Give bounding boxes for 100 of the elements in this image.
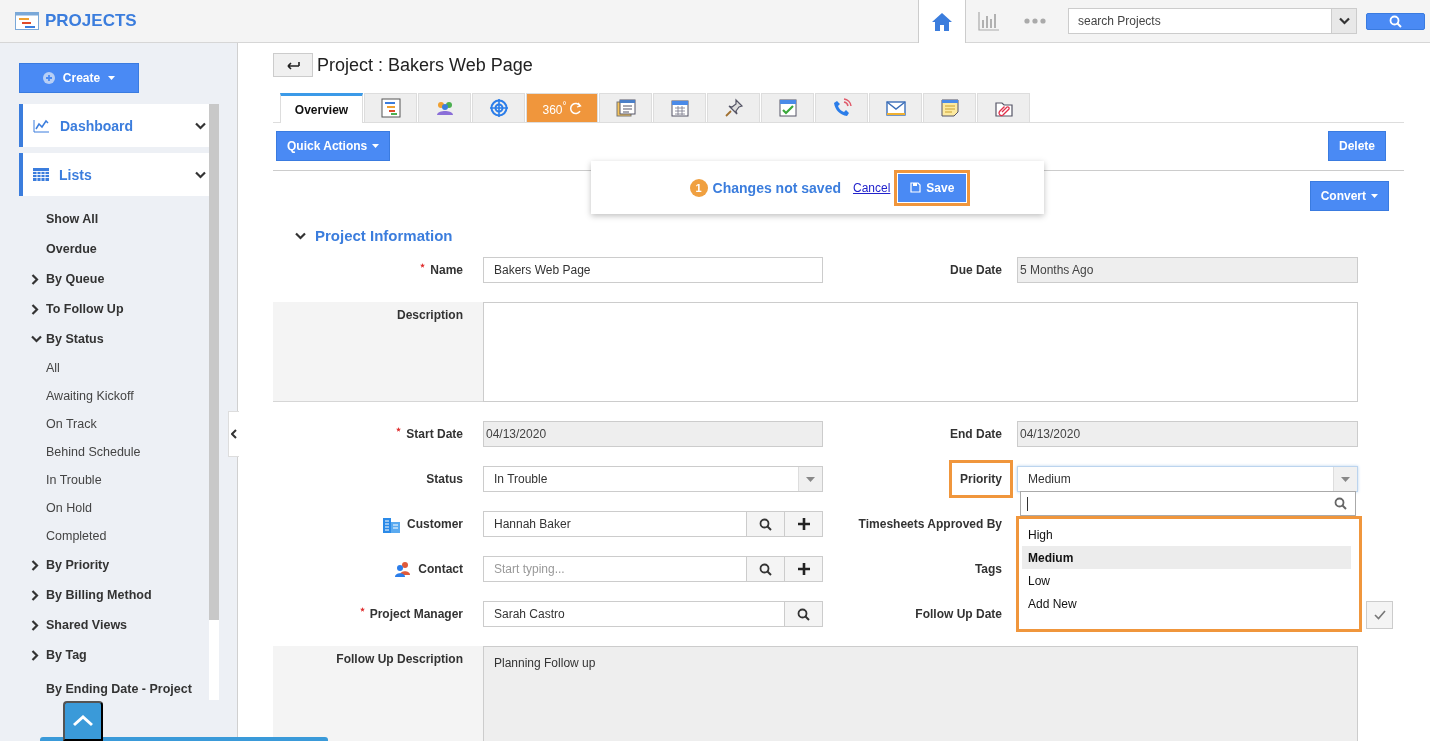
sidebar-item[interactable]: In Trouble bbox=[19, 466, 209, 494]
tab[interactable] bbox=[418, 93, 471, 122]
check-icon bbox=[1373, 610, 1386, 620]
scrollbar[interactable] bbox=[209, 104, 219, 700]
sidebar-section[interactable]: Dashboard bbox=[19, 104, 209, 147]
confirm-button[interactable] bbox=[1366, 601, 1393, 629]
dropdown-option[interactable]: Add New bbox=[1022, 592, 1351, 615]
chevron-up-icon bbox=[72, 715, 94, 727]
dropdown-option[interactable]: Medium bbox=[1022, 546, 1351, 569]
field-label: Due Date bbox=[950, 263, 1002, 277]
chevron-down-icon bbox=[195, 121, 206, 130]
lookup-field[interactable]: Hannah Baker bbox=[483, 511, 823, 537]
home-icon bbox=[931, 11, 953, 32]
field-label: Description bbox=[397, 308, 463, 322]
dropdown-search-field[interactable] bbox=[1020, 491, 1356, 516]
field-label: Name bbox=[430, 263, 463, 277]
unsaved-message: Changes not saved bbox=[712, 179, 841, 196]
search-field[interactable]: search Projects bbox=[1068, 8, 1331, 34]
plus-circle-icon bbox=[42, 72, 55, 84]
sidebar-item[interactable]: Show All bbox=[19, 204, 209, 234]
bar-chart-icon bbox=[978, 11, 1000, 31]
sidebar-item[interactable]: All bbox=[19, 354, 209, 382]
form-icon bbox=[616, 99, 635, 117]
sidebar-item[interactable]: Completed bbox=[19, 522, 209, 550]
tab[interactable] bbox=[977, 93, 1030, 122]
sidebar-item[interactable]: Behind Schedule bbox=[19, 438, 209, 466]
field-label: Follow Up Date bbox=[915, 607, 1002, 621]
field-label: End Date bbox=[950, 427, 1002, 441]
search-button[interactable] bbox=[746, 557, 784, 581]
app-title: PROJECTS bbox=[45, 11, 137, 31]
gantt-chart-icon bbox=[381, 98, 400, 118]
home-button[interactable] bbox=[918, 0, 966, 43]
sidebar-item[interactable]: By Ending Date - Project bbox=[19, 670, 209, 698]
sidebar-item[interactable]: Shared Views bbox=[19, 610, 209, 640]
note-icon bbox=[941, 99, 958, 117]
tab[interactable] bbox=[707, 93, 760, 122]
search-icon bbox=[1334, 497, 1347, 510]
sidebar-item[interactable]: By Status bbox=[19, 324, 209, 354]
chevron-down-icon bbox=[1338, 17, 1350, 25]
search-icon bbox=[1389, 14, 1402, 28]
field-label: Status bbox=[426, 472, 463, 486]
floppy-icon bbox=[910, 182, 922, 193]
tab[interactable] bbox=[472, 93, 525, 122]
sidebar-item[interactable]: By Queue bbox=[19, 264, 209, 294]
gantt-logo-icon bbox=[15, 12, 39, 30]
text-field[interactable]: Bakers Web Page bbox=[483, 257, 823, 283]
phone-icon bbox=[833, 98, 852, 116]
field-label: Contact bbox=[418, 562, 463, 576]
section-title[interactable]: Project Information bbox=[315, 227, 453, 244]
sidebar-section[interactable]: Lists bbox=[19, 153, 209, 196]
tab[interactable] bbox=[923, 93, 976, 122]
chevron-left-icon bbox=[231, 429, 237, 439]
dropdown-arrow-icon bbox=[1341, 476, 1350, 482]
add-button[interactable] bbox=[784, 512, 822, 536]
field-label: Follow Up Description bbox=[336, 652, 463, 666]
caret-icon bbox=[372, 144, 380, 148]
attachment-folder-icon bbox=[994, 102, 1013, 117]
search-scope-dropdown[interactable] bbox=[1331, 8, 1357, 34]
tab[interactable] bbox=[364, 93, 417, 122]
search-button[interactable] bbox=[784, 602, 822, 626]
refresh-icon bbox=[568, 101, 582, 115]
add-button[interactable] bbox=[784, 557, 822, 581]
scroll-up-button[interactable] bbox=[63, 701, 103, 741]
sidebar-item[interactable]: To Follow Up bbox=[19, 294, 209, 324]
tab[interactable] bbox=[869, 93, 922, 122]
cancel-link[interactable]: Cancel bbox=[853, 180, 891, 195]
tab[interactable] bbox=[653, 93, 706, 122]
sidebar-item[interactable]: Overdue bbox=[19, 234, 209, 264]
pin-icon bbox=[724, 98, 743, 117]
collapse-sidebar-button[interactable] bbox=[228, 411, 239, 457]
checklist-calendar-icon bbox=[779, 99, 796, 117]
sidebar-item[interactable]: Awaiting Kickoff bbox=[19, 382, 209, 410]
select-field[interactable]: Medium bbox=[1017, 466, 1358, 492]
lookup-field[interactable]: Sarah Castro bbox=[483, 601, 823, 627]
plus-icon bbox=[797, 518, 810, 530]
calendar-icon bbox=[671, 100, 688, 117]
chevron-down-icon bbox=[195, 170, 206, 179]
dropdown-option[interactable]: Low bbox=[1022, 569, 1351, 592]
tab[interactable] bbox=[761, 93, 814, 122]
page-title: Project : Bakers Web Page bbox=[317, 54, 533, 76]
select-field[interactable]: In Trouble bbox=[483, 466, 823, 492]
sidebar-item[interactable]: On Hold bbox=[19, 494, 209, 522]
back-button[interactable] bbox=[273, 53, 313, 77]
sidebar-item[interactable]: On Track bbox=[19, 410, 209, 438]
field-label: Priority bbox=[949, 460, 1013, 498]
sidebar-item[interactable]: By Billing Method bbox=[19, 580, 209, 610]
sidebar-item[interactable]: By Priority bbox=[19, 550, 209, 580]
search-icon bbox=[797, 607, 810, 621]
building-icon bbox=[382, 515, 401, 533]
tab[interactable]: Overview bbox=[280, 93, 363, 123]
tab[interactable] bbox=[815, 93, 868, 122]
search-button[interactable] bbox=[746, 512, 784, 536]
back-arrow-icon bbox=[286, 60, 300, 70]
sidebar-item[interactable]: By Tag bbox=[19, 640, 209, 670]
field-label: Start Date bbox=[406, 427, 463, 441]
field-label: Project Manager bbox=[369, 607, 463, 621]
caret-icon bbox=[108, 76, 116, 80]
tab[interactable] bbox=[599, 93, 652, 122]
more-icon bbox=[1024, 18, 1046, 24]
dropdown-option[interactable]: High bbox=[1022, 523, 1351, 546]
